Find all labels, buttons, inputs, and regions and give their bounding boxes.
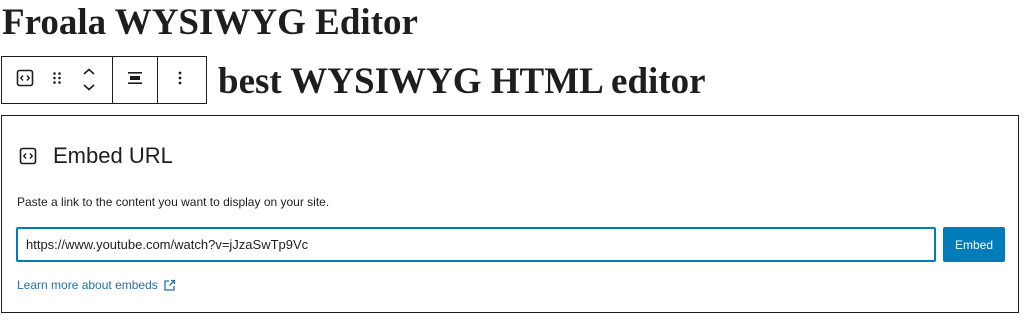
more-options-button[interactable] — [158, 57, 202, 103]
toolbar-group-align — [113, 57, 158, 103]
chevron-down-icon — [82, 79, 96, 97]
embed-block-icon — [19, 147, 37, 165]
drag-handle-icon — [52, 71, 62, 90]
embed-url-block: Embed URL Paste a link to the content yo… — [1, 115, 1019, 313]
embed-block-icon — [16, 69, 34, 92]
external-link-icon — [163, 279, 176, 292]
embed-url-input[interactable] — [16, 227, 936, 262]
align-button[interactable] — [113, 57, 157, 103]
page-subheading: best WYSIWYG HTML editor — [218, 61, 706, 102]
more-options-icon — [178, 71, 182, 90]
drag-handle[interactable] — [48, 57, 66, 103]
move-down-button[interactable] — [82, 80, 96, 96]
toolbar-group-block — [2, 57, 113, 103]
embed-title-label: Embed URL — [53, 143, 173, 168]
move-up-button[interactable] — [82, 64, 96, 80]
page-heading: Froala WYSIWYG Editor — [2, 2, 418, 43]
toolbar-group-options — [158, 57, 202, 103]
learn-more-link[interactable]: Learn more about embeds — [17, 278, 176, 292]
embed-instructions: Paste a link to the content you want to … — [17, 195, 330, 209]
move-up-down-control — [66, 57, 112, 103]
learn-more-label: Learn more about embeds — [17, 278, 158, 292]
block-toolbar — [1, 56, 207, 104]
embed-title: Embed URL — [19, 142, 173, 170]
embed-button[interactable]: Embed — [943, 227, 1005, 262]
align-icon — [127, 70, 143, 91]
block-type-button[interactable] — [2, 57, 48, 103]
